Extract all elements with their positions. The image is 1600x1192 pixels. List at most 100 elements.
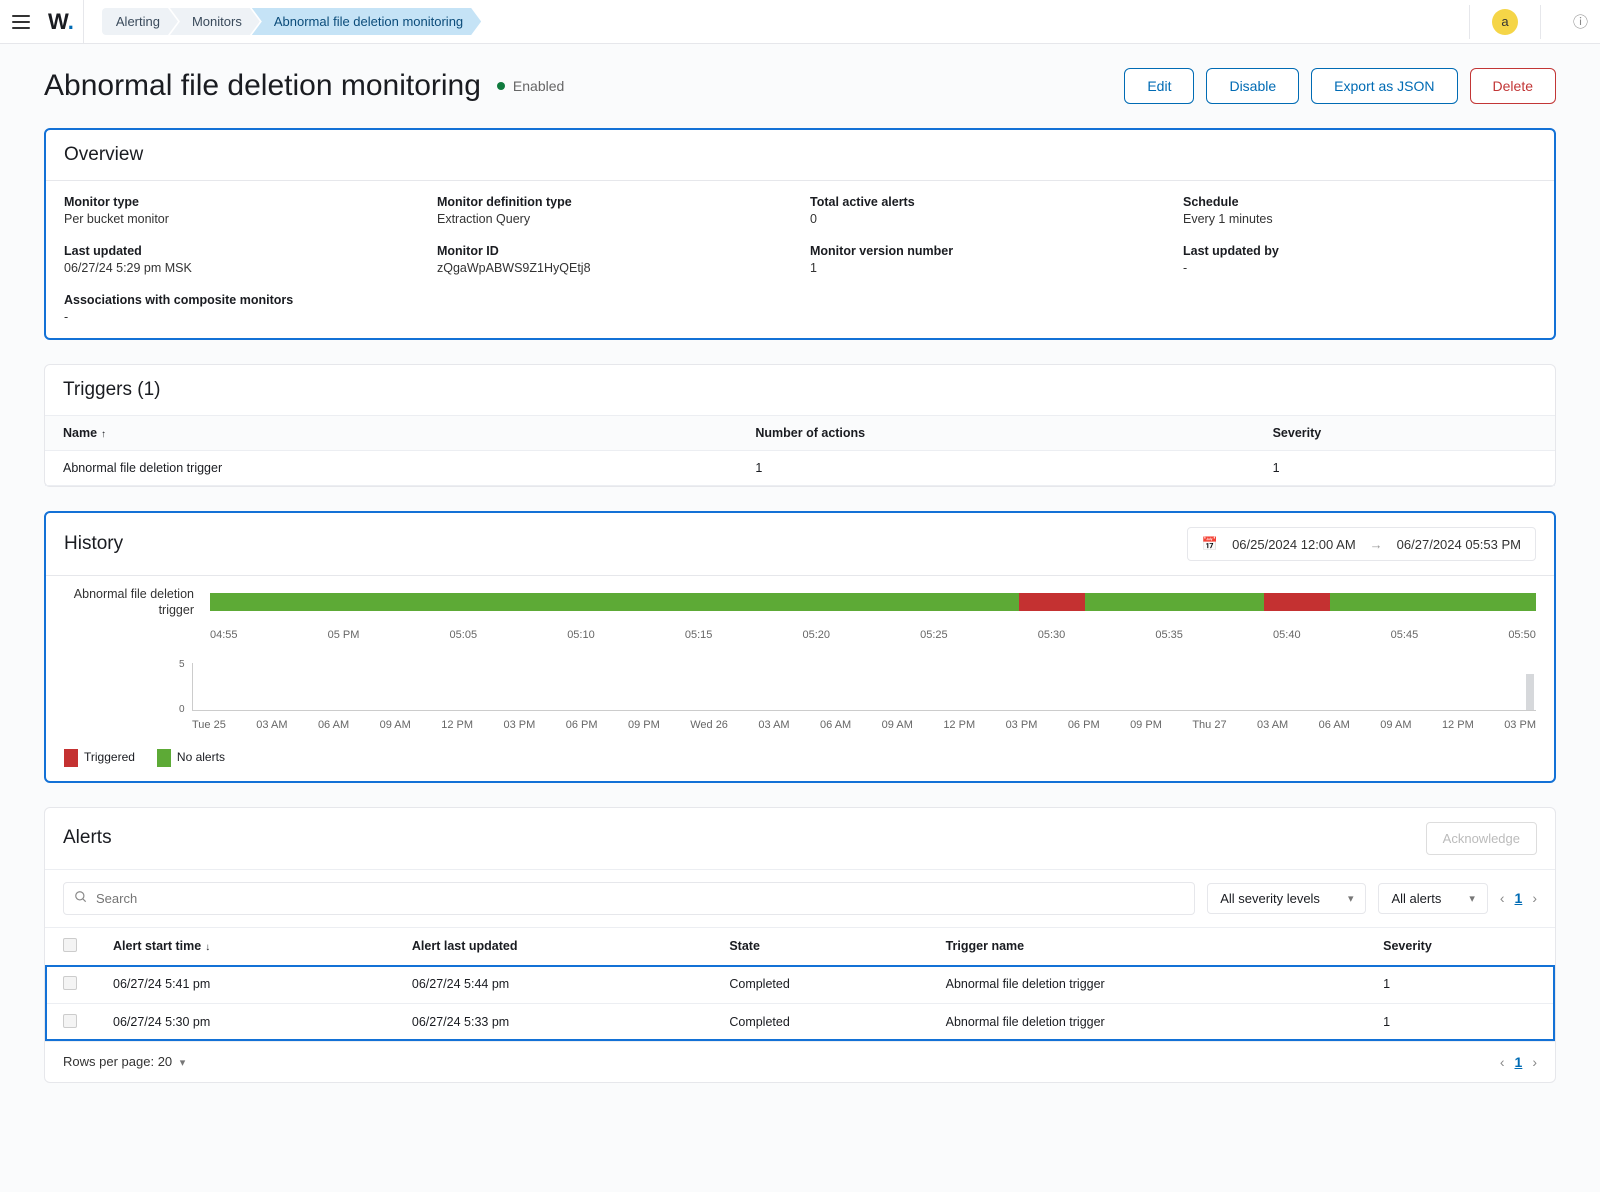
- page-content: Abnormal file deletion monitoring Enable…: [0, 44, 1600, 1131]
- triggers-table: Name↑ Number of actions Severity Abnorma…: [45, 415, 1555, 486]
- y-tick-bottom: 0: [179, 704, 185, 715]
- calendar-icon: 📅: [1202, 536, 1218, 552]
- overview-grid: Monitor typePer bucket monitor Monitor d…: [64, 195, 1536, 324]
- ov-last-updated: Last updated06/27/24 5:29 pm MSK: [64, 244, 417, 275]
- page-current[interactable]: 1: [1515, 1054, 1523, 1070]
- col-trigger-name[interactable]: Name↑: [45, 416, 737, 451]
- prev-page-icon[interactable]: ‹: [1500, 890, 1505, 906]
- edit-button[interactable]: Edit: [1124, 68, 1194, 104]
- chart-spike: [1526, 674, 1534, 710]
- divider: [1469, 5, 1470, 39]
- cell-trigger-actions: 1: [737, 451, 1254, 486]
- ov-definition-type: Monitor definition typeExtraction Query: [437, 195, 790, 226]
- row-checkbox[interactable]: [63, 1014, 77, 1028]
- alerts-panel: Alerts Acknowledge All severity levels ▾…: [44, 807, 1556, 1083]
- ov-total-active-alerts: Total active alerts0: [810, 195, 1163, 226]
- page-header: Abnormal file deletion monitoring Enable…: [44, 68, 1556, 104]
- help-icon[interactable]: ⓘ: [1573, 11, 1588, 32]
- alerts-toolbar: All severity levels ▾ All alerts ▾ ‹ 1 ›: [45, 869, 1555, 927]
- next-page-icon[interactable]: ›: [1532, 1054, 1537, 1070]
- cell-trigger-severity: 1: [1255, 451, 1555, 486]
- status-dot-icon: [497, 82, 505, 90]
- sort-asc-icon: ↑: [101, 429, 106, 440]
- search-input[interactable]: [96, 891, 1184, 906]
- chevron-down-icon: ▾: [1469, 892, 1475, 905]
- cell-start: 06/27/24 5:41 pm: [95, 965, 394, 1003]
- overview-chart[interactable]: 5 0: [192, 663, 1536, 711]
- search-icon: [74, 890, 88, 907]
- triggers-panel: Triggers (1) Name↑ Number of actions Sev…: [44, 364, 1556, 487]
- col-trigger-actions[interactable]: Number of actions: [737, 416, 1254, 451]
- pager-bottom: ‹ 1 ›: [1500, 1054, 1537, 1070]
- breadcrumb: Alerting Monitors Abnormal file deletion…: [102, 8, 481, 35]
- alerts-footer: Rows per page: 20 ▾ ‹ 1 ›: [45, 1042, 1555, 1082]
- cell-trigger: Abnormal file deletion trigger: [928, 965, 1366, 1003]
- logo-letter: W: [48, 9, 68, 35]
- timeline-segment-triggered: [1264, 593, 1330, 611]
- row-checkbox[interactable]: [63, 976, 77, 990]
- timeline-label: Abnormal file deletion trigger: [64, 586, 194, 619]
- chevron-down-icon: ▾: [180, 1057, 186, 1069]
- col-alert-updated[interactable]: Alert last updated: [394, 927, 711, 965]
- pager-top: ‹ 1 ›: [1500, 890, 1537, 906]
- acknowledge-button[interactable]: Acknowledge: [1426, 822, 1537, 855]
- timeline: Abnormal file deletion trigger 04:55 05 …: [46, 576, 1554, 655]
- severity-filter[interactable]: All severity levels ▾: [1207, 883, 1366, 914]
- app-logo[interactable]: W.: [42, 0, 84, 44]
- ov-last-updated-by: Last updated by-: [1183, 244, 1536, 275]
- timeline-bar[interactable]: [210, 593, 1536, 611]
- col-alert-state[interactable]: State: [711, 927, 927, 965]
- topbar: W. Alerting Monitors Abnormal file delet…: [0, 0, 1600, 44]
- col-trigger-severity[interactable]: Severity: [1255, 416, 1555, 451]
- avatar[interactable]: a: [1492, 9, 1518, 35]
- cell-severity: 1: [1365, 965, 1555, 1003]
- table-row[interactable]: 06/27/24 5:41 pm 06/27/24 5:44 pm Comple…: [45, 965, 1555, 1003]
- y-tick-top: 5: [179, 659, 185, 670]
- action-buttons: Edit Disable Export as JSON Delete: [1124, 68, 1556, 104]
- time-ticks: 04:55 05 PM 05:05 05:10 05:15 05:20 05:2…: [210, 625, 1536, 651]
- divider: [1540, 5, 1541, 39]
- select-all-checkbox[interactable]: [63, 938, 77, 952]
- alerts-title: Alerts: [63, 827, 112, 849]
- triggers-title: Triggers (1): [63, 379, 160, 401]
- search-box[interactable]: [63, 882, 1195, 915]
- rows-per-page[interactable]: Rows per page: 20 ▾: [63, 1054, 185, 1069]
- col-alert-severity[interactable]: Severity: [1365, 927, 1555, 965]
- col-alert-trigger[interactable]: Trigger name: [928, 927, 1366, 965]
- next-page-icon[interactable]: ›: [1532, 890, 1537, 906]
- cell-trigger-name: Abnormal file deletion trigger: [45, 451, 737, 486]
- cell-severity: 1: [1365, 1003, 1555, 1041]
- ov-monitor-version: Monitor version number1: [810, 244, 1163, 275]
- prev-page-icon[interactable]: ‹: [1500, 1054, 1505, 1070]
- timeline-segment-triggered: [1019, 593, 1085, 611]
- cell-start: 06/27/24 5:30 pm: [95, 1003, 394, 1041]
- overview-title: Overview: [64, 144, 143, 166]
- history-panel: History 📅 06/25/2024 12:00 AM → 06/27/20…: [44, 511, 1556, 783]
- delete-button[interactable]: Delete: [1470, 68, 1556, 104]
- date-range-picker[interactable]: 📅 06/25/2024 12:00 AM → 06/27/2024 05:53…: [1187, 527, 1536, 561]
- status-badge: Enabled: [497, 78, 564, 94]
- disable-button[interactable]: Disable: [1206, 68, 1299, 104]
- state-filter[interactable]: All alerts ▾: [1378, 883, 1487, 914]
- col-alert-start[interactable]: Alert start time↓: [95, 927, 394, 965]
- legend-no-alerts: No alerts: [157, 749, 225, 767]
- legend-triggered: Triggered: [64, 749, 135, 767]
- table-row[interactable]: 06/27/24 5:30 pm 06/27/24 5:33 pm Comple…: [45, 1003, 1555, 1041]
- export-json-button[interactable]: Export as JSON: [1311, 68, 1457, 104]
- ov-schedule: ScheduleEvery 1 minutes: [1183, 195, 1536, 226]
- arrow-right-icon: →: [1370, 537, 1383, 552]
- cell-state: Completed: [711, 1003, 927, 1041]
- chevron-down-icon: ▾: [1348, 892, 1354, 905]
- table-row[interactable]: Abnormal file deletion trigger 1 1: [45, 451, 1555, 486]
- breadcrumb-alerting[interactable]: Alerting: [102, 8, 178, 35]
- breadcrumb-current[interactable]: Abnormal file deletion monitoring: [252, 8, 481, 35]
- logo-dot: .: [68, 9, 73, 35]
- ov-monitor-type: Monitor typePer bucket monitor: [64, 195, 417, 226]
- menu-icon[interactable]: [12, 15, 30, 29]
- breadcrumb-monitors[interactable]: Monitors: [170, 8, 260, 35]
- cell-updated: 06/27/24 5:44 pm: [394, 965, 711, 1003]
- cell-updated: 06/27/24 5:33 pm: [394, 1003, 711, 1041]
- alerts-table: Alert start time↓ Alert last updated Sta…: [45, 927, 1555, 1042]
- page-current[interactable]: 1: [1515, 890, 1523, 906]
- overview-panel: Overview Monitor typePer bucket monitor …: [44, 128, 1556, 340]
